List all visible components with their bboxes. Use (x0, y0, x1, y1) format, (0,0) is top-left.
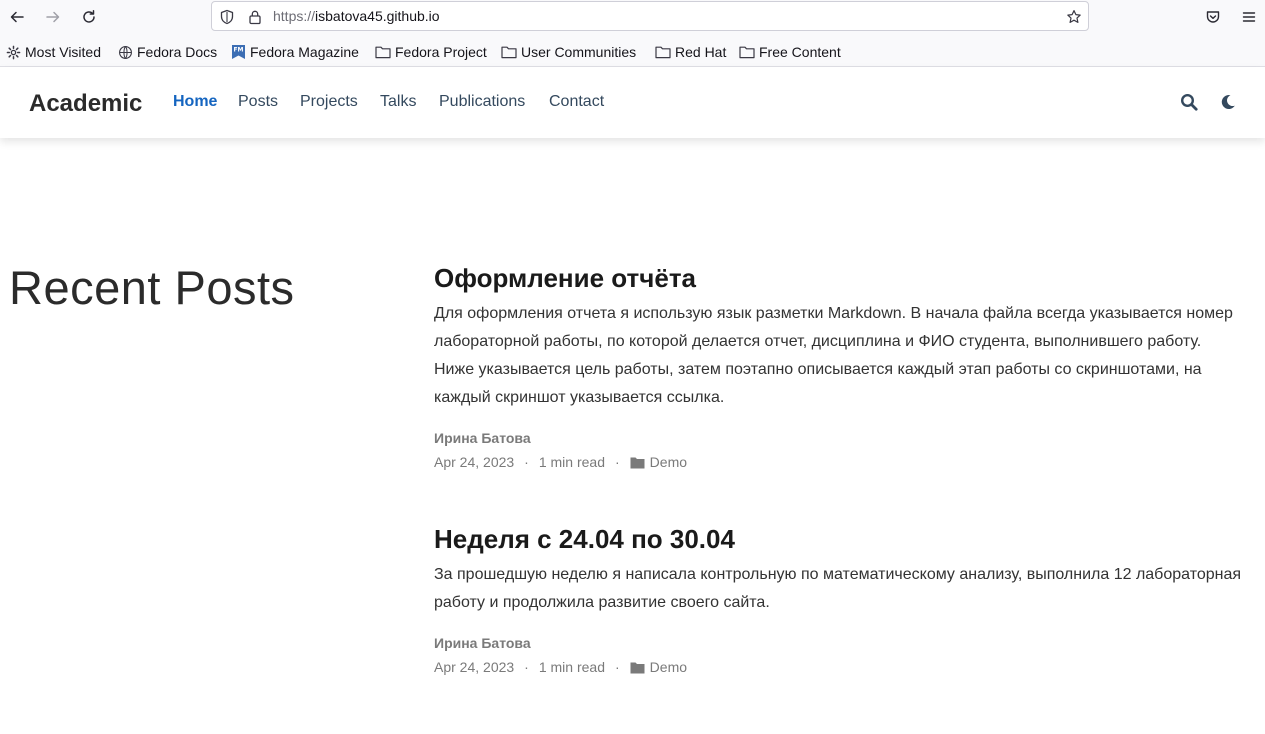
post-category[interactable]: Demo (650, 659, 687, 675)
pocket-icon (1206, 11, 1220, 23)
search-icon (1180, 93, 1198, 111)
meta-separator: · (615, 659, 620, 675)
arrow-left-icon (10, 11, 24, 23)
bookmark-label: Fedora Docs (137, 44, 218, 60)
arrow-right-icon (46, 11, 60, 23)
app-menu-button[interactable] (1236, 4, 1262, 30)
post-title[interactable]: Оформление отчёта (434, 261, 1244, 295)
back-button[interactable] (4, 4, 30, 30)
post-card: Оформление отчёта Для оформления отчета … (434, 261, 1244, 470)
post-read-time: 1 min read (538, 659, 605, 675)
nav-posts[interactable]: Posts (238, 93, 278, 111)
post-summary: Для оформления отчета я использую язык р… (434, 305, 1233, 406)
bookmark-user-communities[interactable]: User Communities (501, 43, 636, 61)
site-brand[interactable]: Academic (29, 90, 142, 118)
globe-icon (119, 45, 132, 59)
bookmark-free-content[interactable]: Free Content (739, 43, 841, 61)
url-protocol: https:// (273, 8, 316, 24)
url-text[interactable]: https://isbatova45.github.io (273, 8, 440, 24)
meta-separator: · (524, 454, 529, 470)
nav-projects[interactable]: Projects (300, 93, 358, 111)
bookmarks-toolbar: Most Visited Fedora Docs FM Fedora Magaz… (0, 34, 1265, 67)
bookmark-fedora-magazine[interactable]: FM Fedora Magazine (231, 43, 359, 61)
reload-button[interactable] (76, 4, 102, 30)
post-date: Apr 24, 2023 (434, 659, 515, 675)
bookmark-label: Fedora Magazine (250, 44, 359, 60)
meta-separator: · (615, 454, 620, 470)
bookmark-label: Most Visited (25, 44, 101, 60)
url-host: isbatova45.github.io (315, 8, 440, 24)
folder-icon (375, 46, 391, 59)
bookmark-label: User Communities (521, 44, 637, 60)
folder-icon (630, 457, 645, 468)
post-date: Apr 24, 2023 (434, 454, 515, 470)
bookmark-fedora-docs[interactable]: Fedora Docs (118, 43, 217, 61)
section-title: Recent Posts (9, 261, 295, 314)
post-title[interactable]: Неделя с 24.04 по 30.04 (434, 522, 1244, 556)
hamburger-menu-icon (1242, 12, 1256, 22)
browser-toolbar: https://isbatova45.github.io (0, 0, 1265, 34)
post-author[interactable]: Ирина Батова (434, 635, 1244, 651)
site-navbar: Academic Home Posts Projects Talks Publi… (0, 67, 1265, 138)
nav-contact[interactable]: Contact (549, 93, 604, 111)
meta-separator: · (524, 659, 529, 675)
theme-toggle-button[interactable] (1217, 91, 1239, 113)
folder-icon (655, 46, 671, 59)
post-author[interactable]: Ирина Батова (434, 430, 1244, 446)
post-meta: Apr 24, 2023 · 1 min read · Demo (434, 659, 1244, 675)
nav-talks[interactable]: Talks (380, 93, 416, 111)
pocket-button[interactable] (1200, 4, 1226, 30)
bookmark-red-hat[interactable]: Red Hat (655, 43, 726, 61)
nav-home[interactable]: Home (173, 93, 217, 111)
post-card: Неделя с 24.04 по 30.04 За прошедшую нед… (434, 522, 1244, 675)
gear-icon (6, 45, 21, 59)
shield-icon[interactable] (218, 8, 236, 26)
search-button[interactable] (1178, 91, 1200, 113)
bookmark-label: Free Content (759, 44, 841, 60)
fedora-magazine-icon: FM (232, 45, 245, 59)
post-category[interactable]: Demo (650, 454, 687, 470)
folder-icon (739, 46, 755, 59)
post-read-time: 1 min read (538, 454, 605, 470)
url-bar[interactable]: https://isbatova45.github.io (211, 1, 1089, 31)
forward-button[interactable] (40, 4, 66, 30)
folder-icon (630, 662, 645, 673)
moon-icon (1221, 94, 1235, 109)
folder-icon (501, 46, 517, 59)
reload-icon (83, 10, 95, 23)
svg-text:FM: FM (233, 47, 243, 54)
post-meta: Apr 24, 2023 · 1 min read · Demo (434, 454, 1244, 470)
bookmark-label: Red Hat (675, 44, 727, 60)
bookmark-star-icon[interactable] (1065, 8, 1083, 26)
lock-icon[interactable] (246, 8, 264, 26)
bookmark-fedora-project[interactable]: Fedora Project (375, 43, 487, 61)
nav-publications[interactable]: Publications (439, 93, 525, 111)
bookmark-most-visited[interactable]: Most Visited (6, 43, 101, 61)
bookmark-label: Fedora Project (395, 44, 487, 60)
post-summary: За прошедшую неделю я написала контрольн… (434, 566, 1242, 611)
